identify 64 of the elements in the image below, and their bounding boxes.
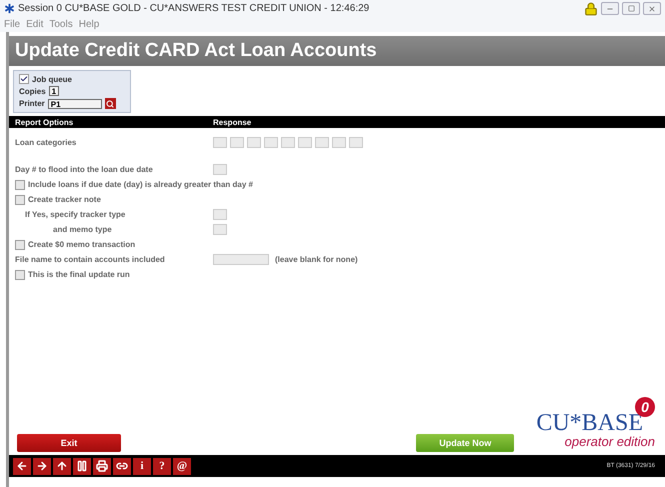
input-field[interactable] (281, 137, 295, 148)
close-icon (648, 4, 656, 12)
field-hint: (leave blank for none) (275, 255, 358, 264)
forward-icon (36, 460, 48, 472)
input-field[interactable] (213, 137, 227, 148)
input-field[interactable] (315, 137, 329, 148)
column-header: Response (212, 118, 252, 126)
option-label: Create tracker note (28, 195, 101, 204)
asterisk-icon (4, 3, 15, 14)
printer-field[interactable]: P1 (48, 98, 102, 108)
check-icon (20, 75, 28, 83)
minimize-button[interactable] (601, 2, 619, 15)
toolbar-button[interactable] (113, 458, 131, 474)
input-field[interactable] (230, 137, 244, 148)
input-field[interactable] (264, 137, 278, 148)
exit-button[interactable]: Exit (17, 434, 121, 452)
copies-label: Copies (19, 86, 46, 96)
window-title: Session 0 CU*BASE GOLD - CU*ANSWERS TEST CREDIT UNION - 12:46:29 (18, 3, 370, 14)
option-checkbox[interactable] (15, 194, 25, 204)
option-label: Include loans if due date (day) is already greater than day # (28, 180, 253, 189)
toolbar-button[interactable]: @ (173, 458, 191, 474)
option-label: and memo type (53, 225, 113, 234)
maximize-icon (628, 5, 634, 12)
pause-icon (76, 460, 88, 472)
option-checkbox[interactable] (15, 180, 25, 190)
printer-label: Printer (19, 99, 45, 108)
search-icon (106, 100, 114, 108)
up-arrow-icon (56, 460, 68, 472)
toolbar-button[interactable]: ? (153, 458, 171, 474)
option-checkbox[interactable] (15, 270, 25, 280)
column-header: Report Options (14, 118, 74, 126)
option-label: This is the final update run (28, 270, 130, 279)
input-field[interactable] (332, 137, 346, 148)
logo-tagline: operator edition (564, 435, 655, 448)
printer-icon (96, 460, 108, 472)
input-field[interactable] (213, 224, 227, 235)
page-header: Update Credit CARD Act Loan Accounts (9, 36, 665, 66)
option-label: File name to contain accounts included (15, 255, 166, 264)
toolbar-button[interactable]: i (133, 458, 151, 474)
back-icon (16, 460, 28, 472)
link-icon (116, 460, 128, 472)
maximize-button[interactable] (622, 2, 640, 15)
option-label: Day # to flood into the loan due date (15, 165, 154, 174)
lock-icon[interactable] (584, 2, 598, 16)
toolbar-button[interactable] (33, 458, 51, 474)
option-label: Loan categories (15, 138, 78, 147)
job-queue-checkbox[interactable] (19, 74, 29, 84)
close-button[interactable] (643, 2, 661, 15)
option-label: If Yes, specify tracker type (25, 210, 126, 219)
input-field[interactable] (349, 137, 363, 148)
toolbar-button[interactable] (73, 458, 91, 474)
toolbar-button[interactable] (13, 458, 31, 474)
job-queue-label: Job queue (32, 74, 72, 84)
option-checkbox[interactable] (15, 240, 25, 250)
input-field[interactable] (213, 209, 227, 220)
copies-field[interactable]: 1 (48, 86, 59, 96)
input-field[interactable] (213, 254, 269, 265)
toolbar-button[interactable] (53, 458, 71, 474)
input-field[interactable] (298, 137, 312, 148)
option-label: Create $0 memo transaction (28, 240, 136, 249)
search-button[interactable] (104, 98, 116, 109)
toolbar-button[interactable] (93, 458, 111, 474)
input-field[interactable] (247, 137, 261, 148)
input-field[interactable] (213, 164, 227, 175)
